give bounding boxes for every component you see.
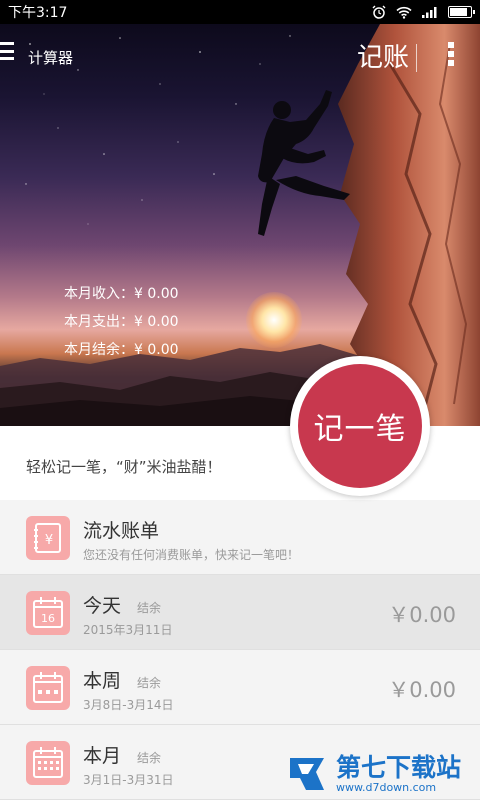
climber-silhouette bbox=[258, 90, 350, 236]
watermark-name: 第七下载站 bbox=[336, 752, 462, 782]
calendar-week-icon bbox=[26, 666, 70, 710]
menu-icon[interactable] bbox=[0, 42, 14, 60]
list-item-tag: 结余 bbox=[137, 751, 162, 765]
title-divider bbox=[416, 44, 417, 72]
list-item-name: 流水账单 bbox=[83, 520, 160, 542]
list-item-date: 3月1日-3月31日 bbox=[83, 773, 174, 787]
list-item-tag: 结余 bbox=[137, 676, 162, 690]
status-bar: 下午3:17 bbox=[0, 0, 480, 24]
more-options-icon[interactable] bbox=[448, 42, 454, 66]
list-item-amount: ￥0.00 bbox=[388, 678, 456, 702]
svg-text:¥: ¥ bbox=[45, 533, 53, 548]
watermark-logo bbox=[290, 758, 324, 790]
list-item-date: 2015年3月11日 bbox=[83, 623, 173, 637]
list-item-name: 本周 bbox=[83, 670, 122, 692]
list-item-date: 3月8日-3月14日 bbox=[83, 698, 174, 712]
svg-text:16: 16 bbox=[41, 612, 55, 625]
list-item-today[interactable]: 16 今天 结余 2015年3月11日 ￥0.00 bbox=[0, 575, 480, 650]
alarm-icon bbox=[372, 5, 386, 19]
top-bar: 计算器 记账 bbox=[0, 24, 480, 80]
battery-icon bbox=[448, 6, 475, 18]
list-item-name: 今天 bbox=[83, 595, 122, 617]
list-item-week[interactable]: 本周 结余 3月8日-3月14日 ￥0.00 bbox=[0, 650, 480, 725]
summary-income: 本月收入：¥ 0.00 bbox=[64, 286, 179, 302]
site-watermark: 第七下载站 www.d7down.com bbox=[286, 748, 480, 800]
record-button[interactable]: 记一笔 bbox=[298, 364, 422, 488]
watermark-url: www.d7down.com bbox=[336, 780, 437, 794]
calendar-month-icon bbox=[26, 741, 70, 785]
record-button-ring: 记一笔 bbox=[290, 356, 430, 496]
slogan-text: 轻松记一笔，“财”米油盐醋！ bbox=[26, 458, 222, 476]
status-time: 下午3:17 bbox=[8, 5, 68, 21]
page-title: 记账 bbox=[357, 43, 410, 73]
summary-expense: 本月支出：¥ 0.00 bbox=[64, 314, 179, 330]
list-item-name: 本月 bbox=[83, 745, 122, 767]
list-item-bills[interactable]: ¥ 流水账单 您还没有任何消费账单，快来记一笔吧！ bbox=[0, 500, 480, 575]
bill-icon: ¥ bbox=[26, 516, 70, 560]
list-item-tag: 结余 bbox=[137, 601, 162, 615]
summary-balance: 本月结余：¥ 0.00 bbox=[64, 342, 179, 358]
wifi-icon bbox=[396, 6, 412, 19]
calendar-day-icon: 16 bbox=[26, 591, 70, 635]
list-item-sub: 您还没有任何消费账单，快来记一笔吧！ bbox=[83, 548, 300, 562]
calculator-link[interactable]: 计算器 bbox=[28, 47, 73, 68]
signal-icon bbox=[422, 7, 437, 18]
list-item-amount: ￥0.00 bbox=[388, 603, 456, 627]
monthly-summary: 本月收入：¥ 0.00 本月支出：¥ 0.00 本月结余：¥ 0.00 bbox=[64, 287, 179, 371]
